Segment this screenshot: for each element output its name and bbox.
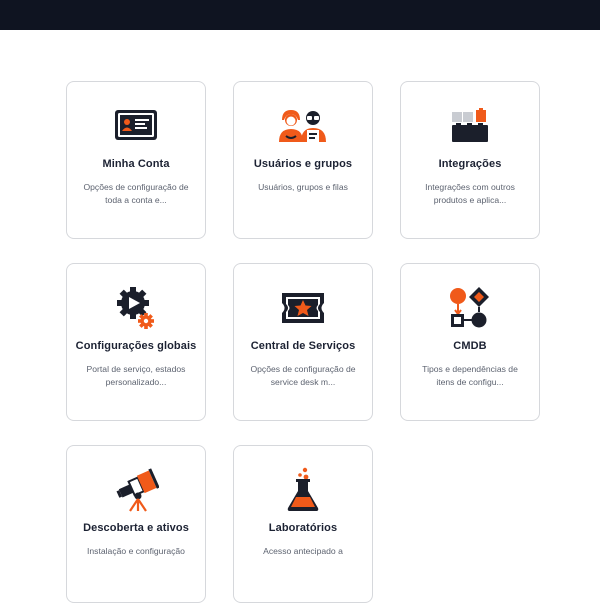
service-ticket-icon bbox=[234, 286, 372, 330]
card-title: Usuários e grupos bbox=[253, 158, 353, 170]
card-descoberta-e-ativos[interactable]: Descoberta e ativos Instalação e configu… bbox=[66, 445, 206, 603]
settings-card-grid: Minha Conta Opções de configuração de to… bbox=[0, 0, 600, 603]
card-description: Usuários, grupos e filas bbox=[258, 182, 348, 192]
card-title: Minha Conta bbox=[102, 158, 170, 170]
account-card-icon bbox=[67, 104, 205, 148]
card-description: Portal de serviço, estados personalizado… bbox=[86, 364, 186, 387]
integration-blocks-icon bbox=[401, 104, 539, 148]
card-title: Configurações globais bbox=[75, 340, 197, 352]
card-title: Descoberta e ativos bbox=[83, 522, 189, 534]
card-title: Integrações bbox=[438, 158, 502, 170]
card-title: CMDB bbox=[453, 340, 487, 352]
card-description: Instalação e configuração bbox=[87, 546, 185, 556]
card-description: Integrações com outros produtos e aplica… bbox=[425, 182, 515, 205]
telescope-icon bbox=[67, 468, 205, 512]
card-title: Laboratórios bbox=[268, 522, 338, 534]
global-settings-gear-icon bbox=[67, 286, 205, 330]
card-description: Opções de configuração de service desk m… bbox=[250, 364, 356, 387]
card-usuarios-e-grupos[interactable]: Usuários e grupos Usuários, grupos e fil… bbox=[233, 81, 373, 239]
card-integracoes[interactable]: Integrações Integrações com outros produ… bbox=[400, 81, 540, 239]
card-configuracoes-globais[interactable]: Configurações globais Portal de serviço,… bbox=[66, 263, 206, 421]
card-description: Acesso antecipado a bbox=[263, 546, 343, 556]
card-title: Central de Serviços bbox=[250, 340, 356, 352]
card-central-de-servicos[interactable]: Central de Serviços Opções de configuraç… bbox=[233, 263, 373, 421]
card-cmdb[interactable]: CMDB Tipos e dependências de itens de co… bbox=[400, 263, 540, 421]
cmdb-flow-icon bbox=[401, 286, 539, 330]
card-description: Opções de configuração de toda a conta e… bbox=[83, 182, 189, 205]
card-laboratorios[interactable]: Laboratórios Acesso antecipado a bbox=[233, 445, 373, 603]
users-group-icon bbox=[234, 104, 372, 148]
lab-flask-icon bbox=[234, 467, 372, 512]
card-minha-conta[interactable]: Minha Conta Opções de configuração de to… bbox=[66, 81, 206, 239]
card-description: Tipos e dependências de itens de configu… bbox=[422, 364, 518, 387]
